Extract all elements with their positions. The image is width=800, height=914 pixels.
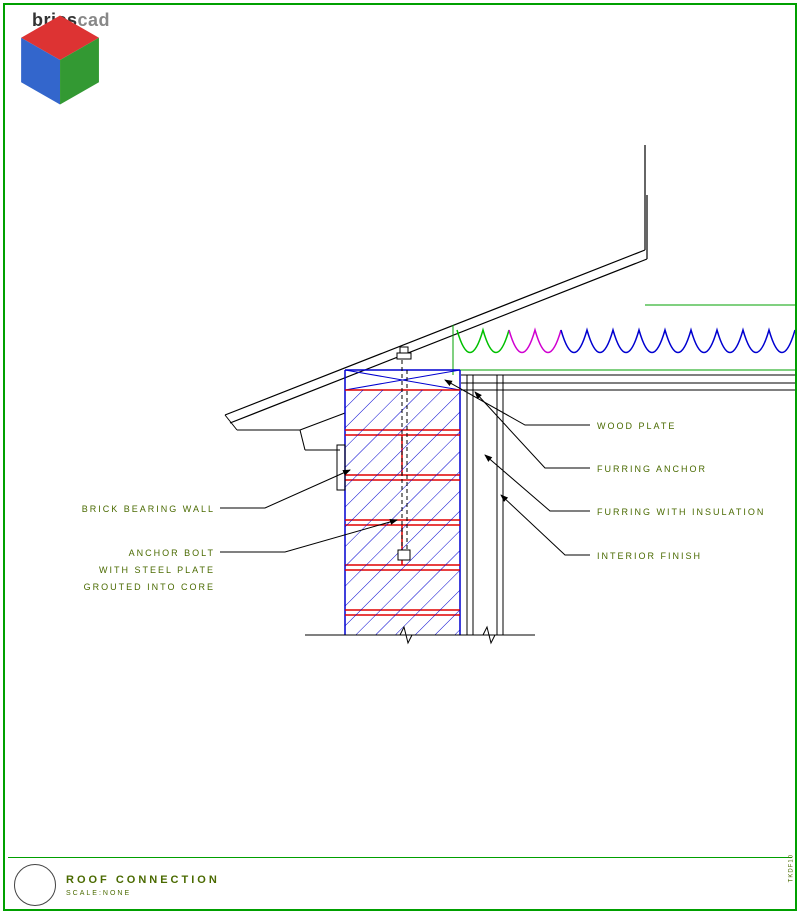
- label-anchor-bolt-line1: ANCHOR BOLT: [80, 545, 215, 562]
- label-furring-anchor: FURRING ANCHOR: [597, 461, 707, 478]
- drawing-title: ROOF CONNECTION: [66, 874, 220, 886]
- drawing-scale: SCALE:NONE: [66, 890, 220, 897]
- label-wood-plate: WOOD PLATE: [597, 418, 676, 435]
- label-furring-insulation: FURRING WITH INSULATION: [597, 504, 765, 521]
- cad-drawing: [5, 35, 795, 855]
- drawing-id-label: TKDF10: [788, 854, 794, 882]
- title-block: ROOF CONNECTION SCALE:NONE: [8, 857, 792, 906]
- label-anchor-bolt: ANCHOR BOLT WITH STEEL PLATE GROUTED INT…: [80, 545, 215, 596]
- bricscad-logo-icon: [10, 12, 28, 30]
- label-brick-wall: BRICK BEARING WALL: [80, 501, 215, 518]
- detail-marker-circle: [14, 864, 56, 906]
- label-anchor-bolt-line3: GROUTED INTO CORE: [80, 579, 215, 596]
- drawing-canvas: WOOD PLATE FURRING ANCHOR FURRING WITH I…: [5, 35, 795, 854]
- label-anchor-bolt-line2: WITH STEEL PLATE: [80, 562, 215, 579]
- header: bricscad: [10, 10, 110, 31]
- label-interior-finish: INTERIOR FINISH: [597, 548, 702, 565]
